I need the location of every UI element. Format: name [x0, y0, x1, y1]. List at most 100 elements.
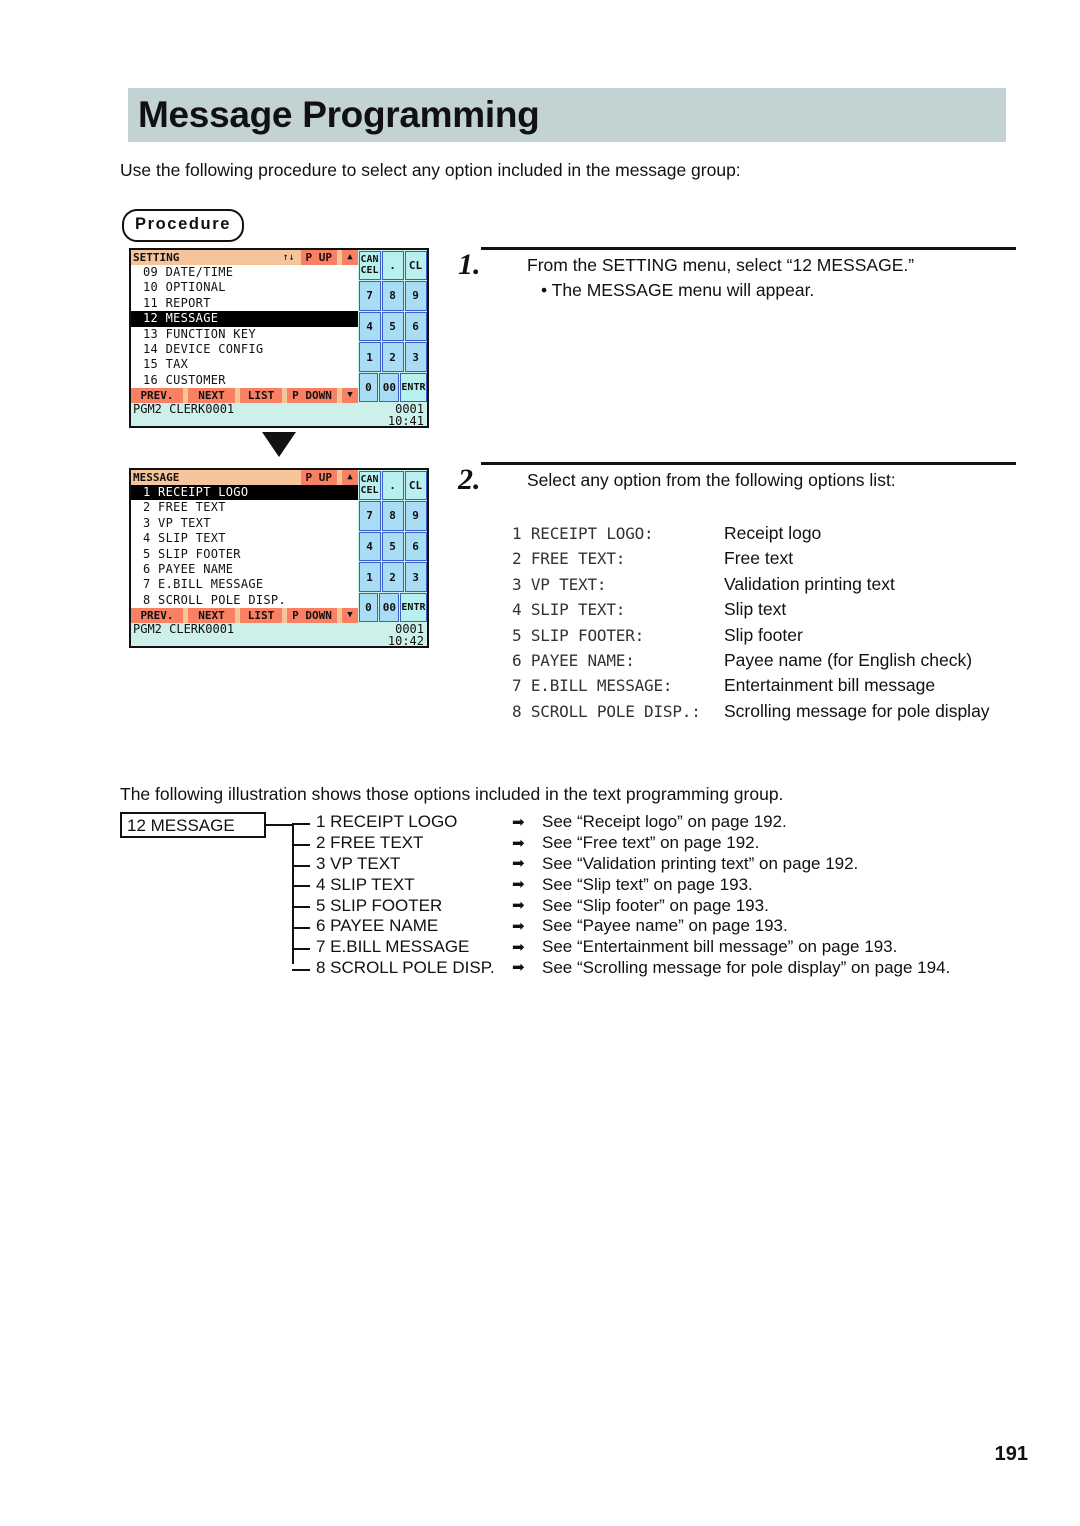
tree-branch-label[interactable]: 8 SCROLL POLE DISP.	[316, 958, 512, 978]
softkey-next[interactable]: NEXT	[188, 608, 235, 623]
softkey-page-down[interactable]: P DOWN	[287, 608, 337, 623]
option-code: 1 RECEIPT LOGO:	[512, 524, 654, 543]
triangle-up-icon[interactable]: ▲	[342, 470, 358, 485]
lcd-title-setting: SETTING	[133, 251, 180, 264]
tree-branch-reference: See “Slip text” on page 193.	[542, 874, 753, 894]
option-description: Receipt logo	[724, 523, 822, 543]
key-2[interactable]: 2	[381, 342, 404, 372]
key-clear[interactable]: CL	[404, 250, 427, 281]
status-time: 10:42	[387, 634, 424, 648]
lcd-keypad-message: CAN CEL . CL 7 8 9 4 5 6 1 2 3 0 00 ENTR	[358, 470, 427, 623]
keypad-row: CAN CEL . CL	[358, 470, 427, 501]
keypad-row: 0 00 ENTR	[358, 372, 427, 403]
key-7[interactable]: 7	[358, 281, 381, 311]
key-5[interactable]: 5	[381, 311, 404, 342]
softkey-next[interactable]: NEXT	[188, 388, 235, 403]
key-9[interactable]: 9	[404, 501, 427, 531]
option-row: 8 SCROLL POLE DISP.: Scrolling message f…	[512, 701, 1032, 726]
softkey-prev[interactable]: PREV.	[131, 608, 183, 623]
key-4[interactable]: 4	[358, 531, 381, 562]
tree-branch-label[interactable]: 2 FREE TEXT	[316, 833, 512, 853]
key-7[interactable]: 7	[358, 501, 381, 531]
key-cancel[interactable]: CAN CEL	[358, 250, 381, 281]
key-cancel[interactable]: CAN CEL	[358, 470, 381, 501]
option-description: Payee name (for English check)	[724, 649, 973, 670]
tree-branch-label[interactable]: 3 VP TEXT	[316, 854, 512, 874]
tree-branch-label[interactable]: 1 RECEIPT LOGO	[316, 812, 512, 832]
key-6[interactable]: 6	[404, 311, 427, 342]
menu-item[interactable]: 16 CUSTOMER	[131, 373, 358, 388]
key-5[interactable]: 5	[381, 531, 404, 562]
key-enter[interactable]: ENTR	[400, 372, 427, 403]
lcd-header-message: MESSAGE P UP ▲	[131, 470, 358, 485]
page-up-key-message[interactable]: P UP	[300, 470, 337, 485]
key-0[interactable]: 0	[358, 592, 379, 623]
key-enter[interactable]: ENTR	[400, 592, 427, 623]
key-00[interactable]: 00	[379, 592, 400, 623]
key-cancel-line2: CEL	[360, 485, 379, 497]
status-mode-clerk: PGM2 CLERK0001	[133, 402, 235, 416]
tree-branch-label[interactable]: 7 E.BILL MESSAGE	[316, 937, 512, 957]
tree-branch-list: 1 RECEIPT LOGO ➡ See “Receipt logo” on p…	[292, 812, 1022, 978]
key-decimal[interactable]: .	[381, 470, 404, 501]
right-arrow-icon: ➡	[512, 813, 525, 831]
key-0[interactable]: 0	[358, 372, 379, 403]
options-list: 1 RECEIPT LOGO: Receipt logo 2 FREE TEXT…	[512, 523, 1032, 726]
key-decimal[interactable]: .	[381, 250, 404, 281]
tree-branch-label[interactable]: 6 PAYEE NAME	[316, 916, 512, 936]
key-clear[interactable]: CL	[404, 470, 427, 501]
menu-item[interactable]: 11 REPORT	[131, 296, 358, 311]
menu-item[interactable]: 14 DEVICE CONFIG	[131, 342, 358, 357]
menu-item[interactable]: 2 FREE TEXT	[131, 500, 358, 515]
triangle-down-icon[interactable]: ▼	[342, 608, 358, 623]
manual-page: Message Programming Use the following pr…	[0, 0, 1080, 1526]
triangle-up-icon[interactable]: ▲	[342, 250, 358, 265]
key-2[interactable]: 2	[381, 562, 404, 592]
right-arrow-icon: ➡	[512, 855, 525, 873]
menu-item[interactable]: 15 TAX	[131, 357, 358, 372]
option-description: Scrolling message for pole display	[724, 700, 990, 721]
key-9[interactable]: 9	[404, 281, 427, 311]
key-1[interactable]: 1	[358, 342, 381, 372]
page-up-key-setting[interactable]: P UP	[300, 250, 337, 265]
softkey-list[interactable]: LIST	[240, 388, 282, 403]
right-arrow-icon: ➡	[512, 959, 525, 977]
option-row: 6 PAYEE NAME: Payee name (for English ch…	[512, 650, 1032, 675]
tree-tick-line	[292, 947, 310, 950]
lcd-screen-setting: SETTING ↑↓ P UP ▲ 09 DATE/TIME 10 OPTION…	[129, 248, 429, 428]
menu-item-selected[interactable]: 1 RECEIPT LOGO	[131, 485, 358, 501]
softkey-page-down[interactable]: P DOWN	[287, 388, 337, 403]
softkey-prev[interactable]: PREV.	[131, 388, 183, 403]
menu-item[interactable]: 3 VP TEXT	[131, 516, 358, 531]
key-1[interactable]: 1	[358, 562, 381, 592]
menu-item[interactable]: 6 PAYEE NAME	[131, 562, 358, 577]
key-4[interactable]: 4	[358, 311, 381, 342]
menu-item[interactable]: 8 SCROLL POLE DISP.	[131, 593, 358, 608]
menu-item-selected[interactable]: 12 MESSAGE	[131, 311, 358, 327]
tree-branch-reference: See “Slip footer” on page 193.	[542, 895, 769, 915]
key-3[interactable]: 3	[404, 562, 427, 592]
key-cancel-line2: CEL	[360, 265, 379, 277]
key-3[interactable]: 3	[404, 342, 427, 372]
menu-item[interactable]: 13 FUNCTION KEY	[131, 327, 358, 342]
option-row: 1 RECEIPT LOGO: Receipt logo	[512, 523, 1032, 548]
softkey-list[interactable]: LIST	[240, 608, 282, 623]
key-00[interactable]: 00	[379, 372, 400, 403]
menu-item[interactable]: 09 DATE/TIME	[131, 265, 358, 280]
tree-tick-line	[292, 968, 310, 971]
tree-branch-label[interactable]: 5 SLIP FOOTER	[316, 896, 512, 916]
tree-tick-line	[292, 906, 310, 909]
key-6[interactable]: 6	[404, 531, 427, 562]
tree-branch-label[interactable]: 4 SLIP TEXT	[316, 875, 512, 895]
key-8[interactable]: 8	[381, 281, 404, 311]
lcd-softkey-bar-message: PREV. NEXT LIST P DOWN ▼	[131, 608, 358, 623]
menu-item[interactable]: 4 SLIP TEXT	[131, 531, 358, 546]
right-arrow-icon: ➡	[512, 917, 525, 935]
menu-item[interactable]: 10 OPTIONAL	[131, 280, 358, 295]
keypad-row: 1 2 3	[358, 342, 427, 373]
key-8[interactable]: 8	[381, 501, 404, 531]
triangle-down-icon[interactable]: ▼	[342, 388, 358, 403]
keypad-row: 1 2 3	[358, 562, 427, 593]
menu-item[interactable]: 5 SLIP FOOTER	[131, 547, 358, 562]
menu-item[interactable]: 7 E.BILL MESSAGE	[131, 577, 358, 592]
